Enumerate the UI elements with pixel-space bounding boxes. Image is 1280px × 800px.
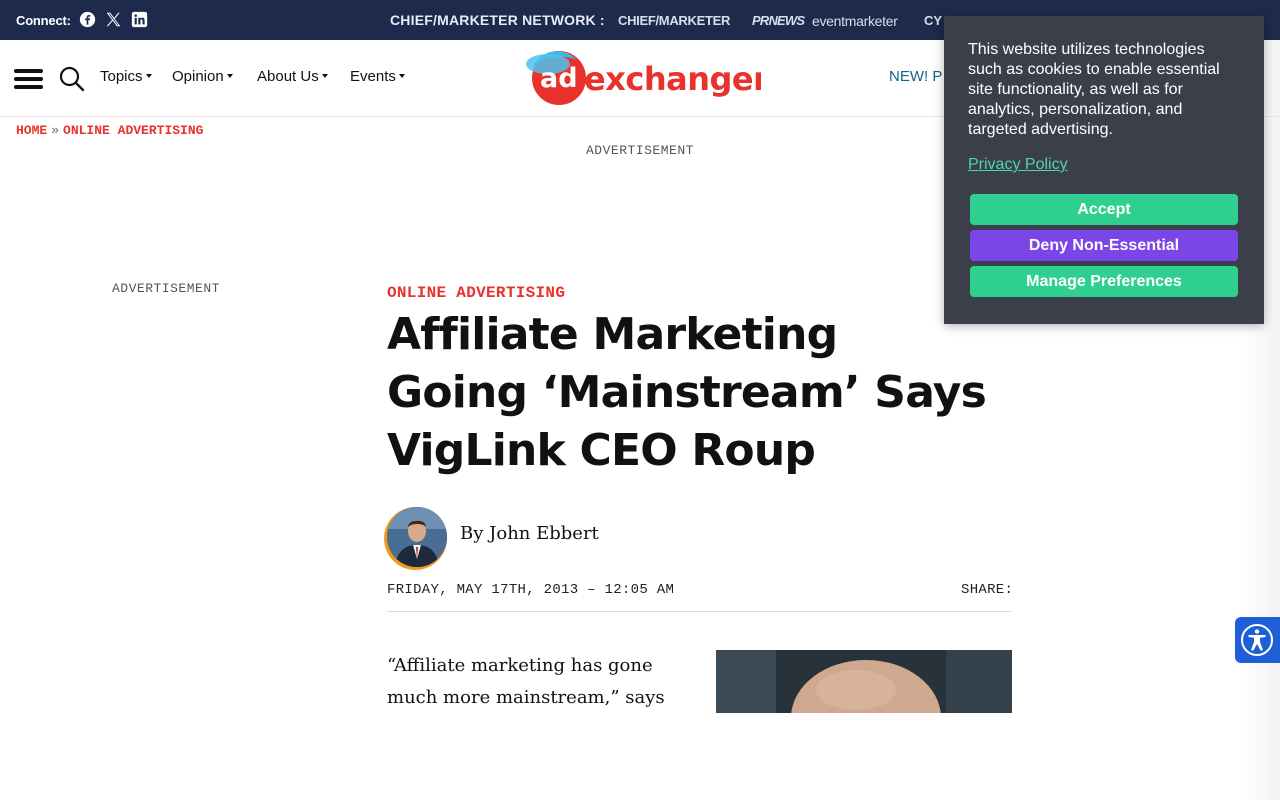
network-link-eventmarketer[interactable]: eventmarketer — [812, 13, 898, 29]
network-link-chiefmarketer[interactable]: CHIEF/MARKETER — [618, 13, 730, 28]
article-category[interactable]: ONLINE ADVERTISING — [387, 284, 565, 302]
network-link-cy[interactable]: CY — [924, 13, 942, 28]
nav-about-us-label: About Us — [257, 68, 319, 85]
breadcrumb-home[interactable]: HOME — [16, 123, 47, 138]
byline-prefix: By — [460, 523, 484, 544]
article-lede: “Affiliate marketing has gone much more … — [387, 655, 665, 708]
manage-preferences-button[interactable]: Manage Preferences — [970, 266, 1238, 297]
author-photo-image — [387, 507, 447, 567]
author-avatar[interactable] — [384, 507, 447, 570]
publish-date: FRIDAY, MAY 17TH, 2013 – 12:05 AM — [387, 582, 675, 598]
menu-icon[interactable] — [14, 69, 43, 89]
chevron-down-icon — [321, 74, 328, 78]
chevron-down-icon — [398, 74, 405, 78]
nav-opinion[interactable]: Opinion — [172, 68, 233, 85]
search-icon[interactable] — [58, 65, 86, 93]
accessibility-icon — [1241, 624, 1273, 656]
breadcrumb-separator: » — [51, 123, 60, 138]
network-link-prnews[interactable]: PRNEWS — [752, 13, 805, 28]
nav-topics[interactable]: Topics — [100, 68, 152, 85]
breadcrumb: HOME » ONLINE ADVERTISING — [16, 123, 203, 138]
nav-events[interactable]: Events — [350, 68, 405, 85]
article-headline: Affiliate Marketing Going ‘Mainstream’ S… — [387, 309, 987, 476]
left-ad-label: ADVERTISEMENT — [112, 281, 220, 296]
connect-label: Connect: — [16, 13, 71, 28]
share-label: SHARE: — [961, 582, 1014, 598]
article-image — [716, 650, 1012, 713]
new-promo-link[interactable]: NEW! P — [889, 68, 942, 85]
nav-events-label: Events — [350, 68, 396, 85]
nav-opinion-label: Opinion — [172, 68, 224, 85]
divider — [387, 611, 1012, 612]
accessibility-button[interactable] — [1235, 617, 1280, 663]
accept-button[interactable]: Accept — [970, 194, 1238, 225]
nav-about-us[interactable]: About Us — [257, 68, 328, 85]
adexchanger-logo[interactable]: ad exchanger — [521, 50, 761, 106]
chevron-down-icon — [226, 74, 233, 78]
linkedin-icon[interactable] — [131, 11, 148, 28]
byline: By John Ebbert — [460, 523, 599, 544]
breadcrumb-section[interactable]: ONLINE ADVERTISING — [63, 123, 203, 138]
chevron-down-icon — [145, 74, 152, 78]
privacy-policy-link[interactable]: Privacy Policy — [968, 156, 1068, 174]
article-photo — [716, 650, 1012, 713]
network-label: CHIEF/MARKETER NETWORK : — [390, 12, 605, 28]
logo-ad-text: ad — [540, 63, 578, 94]
x-icon[interactable] — [105, 11, 122, 28]
cookie-message: This website utilizes technologies such … — [968, 41, 1220, 138]
facebook-icon[interactable] — [79, 11, 96, 28]
nav-topics-label: Topics — [100, 68, 143, 85]
logo-word-text: exchanger — [584, 60, 761, 98]
top-ad-label: ADVERTISEMENT — [586, 143, 694, 158]
cookie-consent-banner: This website utilizes technologies such … — [944, 16, 1264, 324]
deny-non-essential-button[interactable]: Deny Non-Essential — [970, 230, 1238, 261]
author-link[interactable]: John Ebbert — [489, 523, 599, 544]
